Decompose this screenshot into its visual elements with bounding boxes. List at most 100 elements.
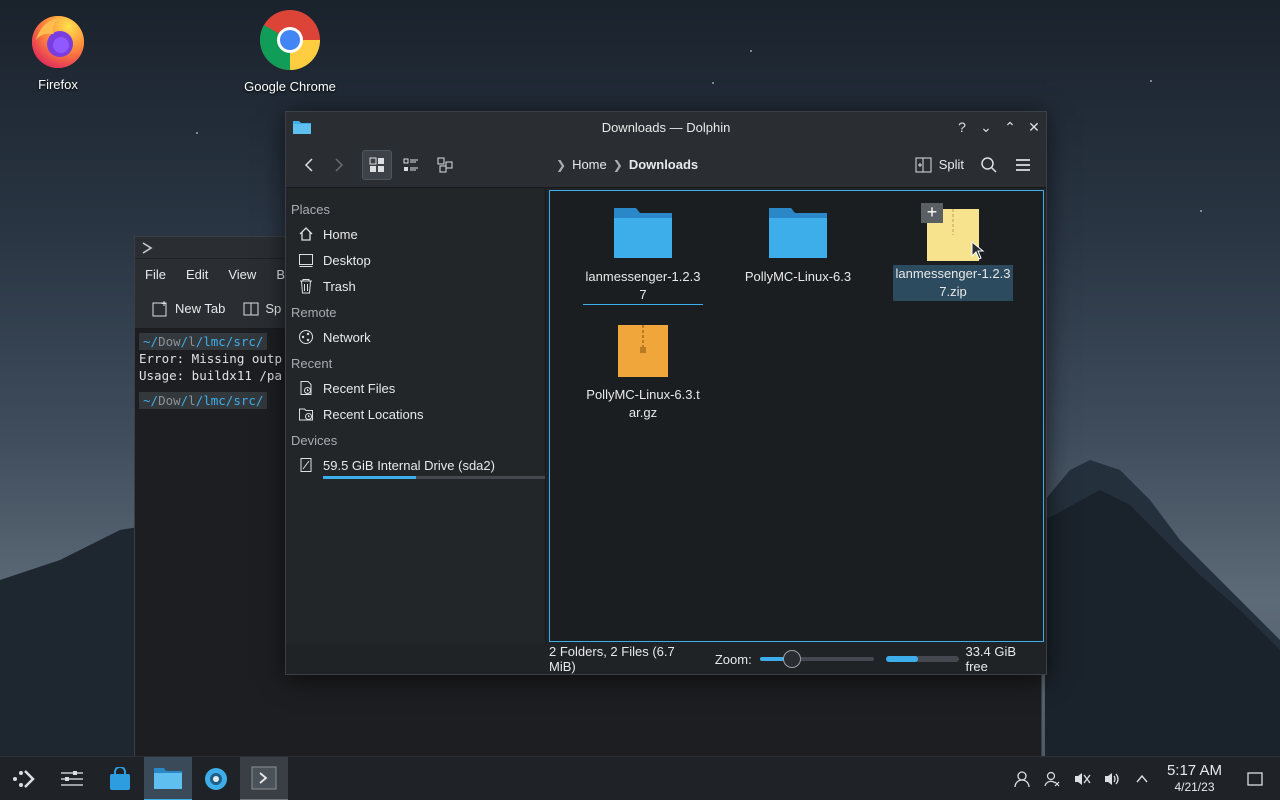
steamdeck-launcher-icon (13, 769, 35, 788)
back-arrow-icon (304, 157, 313, 172)
chevron-right-icon: ❯ (612, 157, 623, 172)
close-button[interactable]: ✕ (1022, 119, 1046, 136)
tray-expand-button[interactable] (1127, 772, 1157, 786)
dolphin-taskbar-button[interactable] (144, 756, 192, 800)
file-item-zip[interactable]: + lanmessenger-1.2.37.zip (893, 203, 1013, 301)
free-space-label: 33.4 GiB free (965, 644, 1017, 674)
new-tab-button[interactable]: New Tab (151, 300, 225, 318)
application-launcher-button[interactable] (0, 757, 48, 800)
forward-button[interactable] (324, 150, 354, 180)
recent-header: Recent (291, 356, 333, 371)
volume-icon (1104, 772, 1119, 785)
details-view-button[interactable] (430, 150, 460, 180)
desktop-icon (299, 254, 313, 267)
menu-file[interactable]: File (145, 267, 166, 282)
places-item-label: Desktop (323, 252, 371, 268)
drive-usage-bar (323, 476, 545, 479)
places-header: Places (291, 202, 331, 217)
zoom-slider[interactable] (759, 650, 874, 668)
menu-bookmarks[interactable]: B (276, 267, 285, 282)
terminal-icon (251, 766, 277, 789)
terminal-prompt: ~/Dow/l/lmc/src/ (139, 392, 268, 409)
task-manager-icon (61, 770, 83, 786)
places-item-label: Recent Locations (323, 406, 424, 422)
user-tray-button[interactable] (1007, 770, 1037, 788)
breadcrumb-current[interactable]: Downloads (629, 157, 698, 172)
discover-store-button[interactable] (96, 757, 144, 800)
task-manager-button[interactable] (48, 757, 96, 800)
add-to-selection-icon[interactable]: + (921, 203, 943, 223)
file-item-folder[interactable]: PollyMC-Linux-6.3 (738, 205, 858, 286)
zoom-label: Zoom: (714, 651, 752, 667)
show-desktop-button[interactable] (1240, 770, 1270, 788)
places-item-home[interactable]: Home (291, 221, 540, 247)
kde-connect-tray-button[interactable] (1037, 770, 1067, 788)
user-switch-icon (1044, 771, 1060, 786)
folder-icon (769, 208, 827, 258)
system-tray: 5:17 AM 4/21/23 (1007, 757, 1280, 800)
details-view-icon (437, 157, 453, 172)
split-view-icon (243, 302, 259, 315)
file-view[interactable]: lanmessenger-1.2.37 PollyMC-Linux-6.3 + … (549, 190, 1044, 642)
chrome-icon (259, 10, 320, 71)
breadcrumb-home[interactable]: Home (572, 157, 607, 172)
split-view-button[interactable]: Sp (243, 301, 281, 317)
desktop-icon-firefox[interactable]: Firefox (0, 10, 118, 92)
maximize-button[interactable]: ⌃ (998, 119, 1022, 136)
recent-files-icon (300, 381, 312, 395)
dolphin-toolbar: ❯ Home ❯ Downloads Split (286, 142, 1046, 188)
places-item-label: Home (323, 226, 358, 242)
places-item-recent-files[interactable]: Recent Files (291, 375, 540, 401)
digital-clock[interactable]: 5:17 AM 4/21/23 (1166, 761, 1222, 795)
menu-view[interactable]: View (228, 267, 256, 282)
clock-date: 4/21/23 (1174, 779, 1215, 794)
places-item-trash[interactable]: Trash (291, 273, 540, 299)
places-item-network[interactable]: Network (291, 324, 540, 350)
icons-view-button[interactable] (362, 149, 392, 180)
desktop-icon-chrome[interactable]: Google Chrome (230, 8, 350, 94)
zoom-slider-handle[interactable] (782, 650, 801, 668)
places-item-label: Network (323, 329, 371, 345)
file-name: lanmessenger-1.2.37.zip (893, 265, 1013, 301)
minimize-button[interactable]: ⌄ (974, 119, 998, 136)
desktop-icon-label: Google Chrome (244, 79, 336, 94)
mic-muted-tray-button[interactable] (1067, 770, 1097, 788)
file-item-folder[interactable]: lanmessenger-1.2.37 (583, 205, 703, 305)
store-bag-icon (110, 766, 130, 790)
file-item-archive[interactable]: PollyMC-Linux-6.3.tar.gz (583, 325, 703, 422)
drive-icon (300, 458, 312, 472)
konsole-taskbar-button[interactable] (240, 756, 288, 800)
menu-edit[interactable]: Edit (186, 267, 208, 282)
volume-tray-button[interactable] (1097, 770, 1127, 788)
speaker-muted-icon (1074, 772, 1091, 785)
devices-header: Devices (291, 433, 338, 448)
dolphin-titlebar[interactable]: Downloads — Dolphin ? ⌄ ⌃ ✕ (286, 112, 1046, 142)
compact-view-button[interactable] (396, 150, 426, 180)
dolphin-window[interactable]: Downloads — Dolphin ? ⌄ ⌃ ✕ ❯ Home ❯ Dow… (285, 111, 1047, 675)
split-icon (915, 157, 932, 172)
breadcrumb: ❯ Home ❯ Downloads (556, 157, 698, 172)
places-item-desktop[interactable]: Desktop (291, 247, 540, 273)
clock-time: 5:17 AM (1166, 761, 1222, 779)
file-name: PollyMC-Linux-6.3 (744, 269, 852, 284)
folder-icon (154, 767, 182, 789)
help-button[interactable]: ? (950, 119, 974, 136)
split-label: Split (938, 157, 964, 172)
recent-locations-icon (299, 408, 313, 421)
archive-icon (618, 325, 668, 377)
compact-view-icon (403, 158, 418, 171)
search-button[interactable] (974, 150, 1004, 180)
places-item-recent-locations[interactable]: Recent Locations (291, 401, 540, 427)
hamburger-menu-button[interactable] (1008, 150, 1038, 180)
new-tab-label: New Tab (175, 301, 226, 316)
places-item-label: Trash (323, 278, 356, 294)
back-button[interactable] (294, 150, 324, 180)
places-panel: Places Home Desktop Trash Remote Network… (286, 188, 546, 644)
split-button[interactable]: Split (915, 156, 964, 174)
taskbar: 5:17 AM 4/21/23 (0, 756, 1280, 800)
network-icon (299, 330, 313, 344)
user-icon (1014, 770, 1030, 787)
settings-taskbar-button[interactable] (192, 757, 240, 800)
status-bar: 2 Folders, 2 Files (6.7 MiB) Zoom: 33.4 … (286, 644, 1046, 674)
places-item-internal-drive[interactable]: 59.5 GiB Internal Drive (sda2) (291, 452, 540, 478)
